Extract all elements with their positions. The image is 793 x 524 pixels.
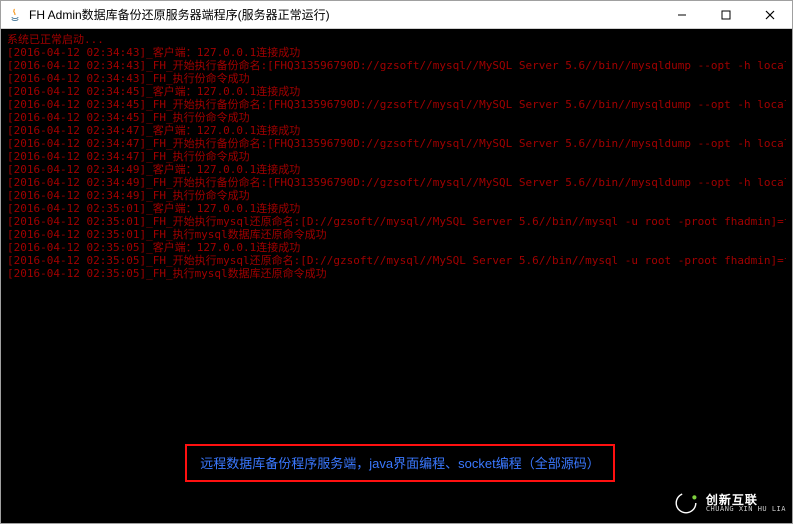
console-line: [2016-04-12 02:35:05]_FH_开始执行mysql还原命名:[…	[7, 254, 786, 267]
minimize-button[interactable]	[660, 1, 704, 28]
watermark-text: 创新互联 CHUANG XIN HU LIA	[706, 494, 786, 513]
close-button[interactable]	[748, 1, 792, 28]
console-output: 系统已正常启动...[2016-04-12 02:34:43]_客户端：127.…	[1, 29, 792, 523]
console-line: [2016-04-12 02:34:43]_FH_执行份命令成功	[7, 72, 786, 85]
console-line: [2016-04-12 02:35:01]_FH_执行mysql数据库还原命令成…	[7, 228, 786, 241]
window-controls	[660, 1, 792, 28]
annotation-text: 远程数据库备份程序服务端，java界面编程、socket编程（全部源码）	[200, 457, 599, 470]
console-line: [2016-04-12 02:34:47]_客户端：127.0.0.1连接成功	[7, 124, 786, 137]
app-window: FH Admin数据库备份还原服务器端程序(服务器正常运行) 系统已正常启动..…	[0, 0, 793, 524]
console-line: [2016-04-12 02:34:47]_FH_开始执行备份命名:[FHQ31…	[7, 137, 786, 150]
console-line: 系统已正常启动...	[7, 33, 786, 46]
console-line: [2016-04-12 02:34:47]_FH_执行份命令成功	[7, 150, 786, 163]
console-line: [2016-04-12 02:34:45]_FH_开始执行备份命名:[FHQ31…	[7, 98, 786, 111]
watermark-en: CHUANG XIN HU LIA	[706, 506, 786, 513]
console-line: [2016-04-12 02:35:01]_FH_开始执行mysql还原命名:[…	[7, 215, 786, 228]
titlebar[interactable]: FH Admin数据库备份还原服务器端程序(服务器正常运行)	[1, 1, 792, 29]
window-title: FH Admin数据库备份还原服务器端程序(服务器正常运行)	[29, 6, 660, 23]
java-app-icon	[7, 7, 23, 23]
console-line: [2016-04-12 02:34:49]_客户端：127.0.0.1连接成功	[7, 163, 786, 176]
console-line: [2016-04-12 02:34:49]_FH_执行份命令成功	[7, 189, 786, 202]
console-line: [2016-04-12 02:34:43]_FH_开始执行备份命名:[FHQ31…	[7, 59, 786, 72]
watermark-logo-icon	[672, 489, 700, 517]
maximize-button[interactable]	[704, 1, 748, 28]
console-line: [2016-04-12 02:35:01]_客户端：127.0.0.1连接成功	[7, 202, 786, 215]
console-line: [2016-04-12 02:34:49]_FH_开始执行备份命名:[FHQ31…	[7, 176, 786, 189]
console-line: [2016-04-12 02:34:43]_客户端：127.0.0.1连接成功	[7, 46, 786, 59]
annotation-box: 远程数据库备份程序服务端，java界面编程、socket编程（全部源码）	[185, 444, 615, 482]
watermark: 创新互联 CHUANG XIN HU LIA	[672, 489, 786, 517]
console-line: [2016-04-12 02:35:05]_客户端：127.0.0.1连接成功	[7, 241, 786, 254]
console-line: [2016-04-12 02:34:45]_FH_执行份命令成功	[7, 111, 786, 124]
watermark-cn: 创新互联	[706, 494, 786, 506]
console-line: [2016-04-12 02:34:45]_客户端：127.0.0.1连接成功	[7, 85, 786, 98]
console-line: [2016-04-12 02:35:05]_FH_执行mysql数据库还原命令成…	[7, 267, 786, 280]
